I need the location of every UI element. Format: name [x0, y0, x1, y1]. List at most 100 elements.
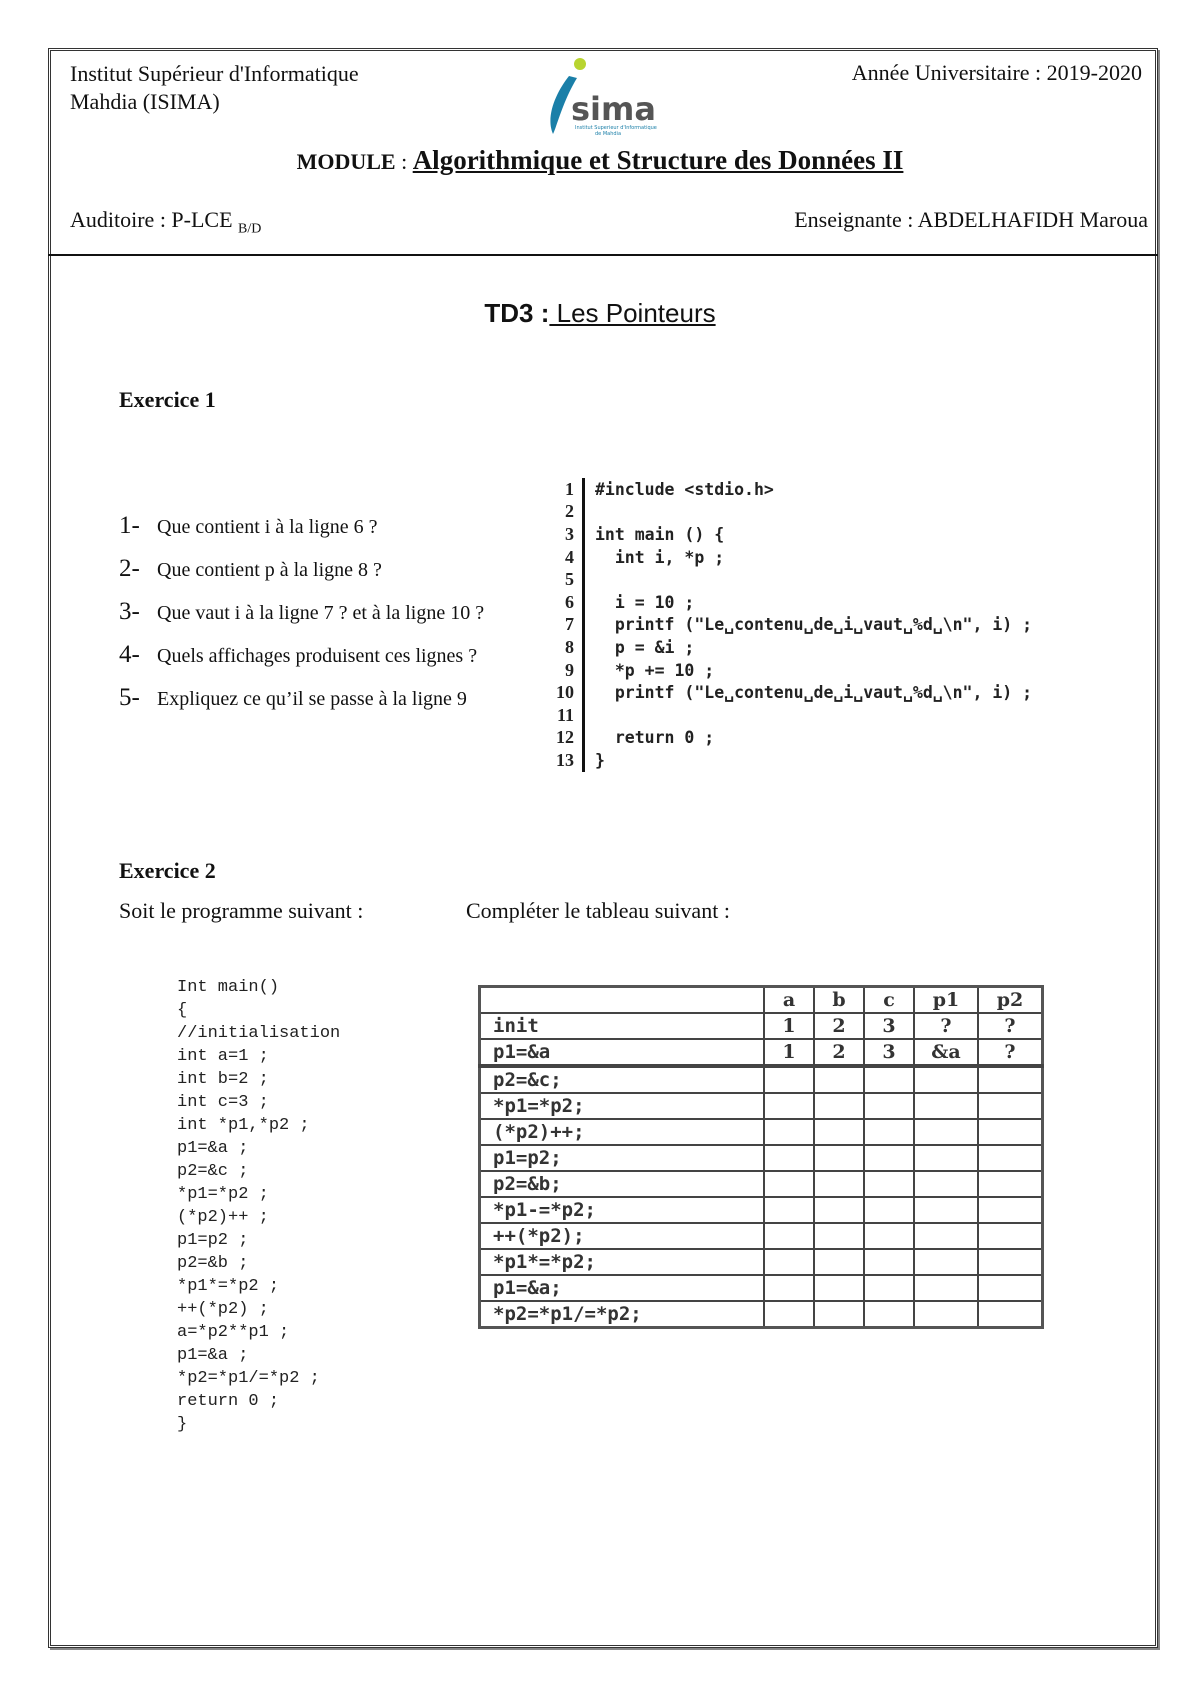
corner-cell — [478, 985, 765, 1014]
row-instruction: init — [478, 1012, 765, 1040]
row-instruction: p1=p2; — [478, 1144, 765, 1172]
value-cell[interactable] — [863, 1248, 915, 1276]
program-line: { — [177, 1001, 188, 1020]
value-cell[interactable] — [763, 1092, 815, 1120]
audience-label: Auditoire : P-LCE — [70, 207, 239, 232]
exercise-2-intro-table: Compléter le tableau suivant : — [466, 898, 730, 923]
value-cell[interactable] — [813, 1300, 865, 1329]
value-cell[interactable] — [813, 1222, 865, 1250]
value-cell[interactable] — [863, 1222, 915, 1250]
value-cell[interactable] — [763, 1118, 815, 1146]
code-line: 6 i = 10 ; — [538, 590, 1032, 614]
program-line: p2=&c ; — [177, 1162, 249, 1181]
value-cell[interactable] — [977, 1196, 1044, 1224]
program-line: //initialisation — [177, 1024, 341, 1043]
value-cell[interactable] — [913, 1196, 979, 1224]
row-instruction: *p1-=*p2; — [478, 1196, 765, 1224]
institute-line-2: Mahdia (ISIMA) — [70, 89, 220, 114]
value-cell[interactable] — [977, 1144, 1044, 1172]
column-header: p1 — [913, 985, 979, 1014]
program-line: int *p1,*p2 ; — [177, 1116, 310, 1135]
institute-line-1: Institut Supérieur d'Informatique — [70, 61, 359, 86]
question-item: 5- Expliquez ce qu’il se passe à la ligne… — [119, 684, 484, 727]
logo-text: sima — [571, 90, 656, 128]
value-cell[interactable] — [977, 1222, 1044, 1250]
value-cell[interactable] — [863, 1274, 915, 1302]
question-item: 4- Quels affichages produisent ces lignes… — [119, 641, 484, 684]
line-number: 4 — [565, 546, 574, 567]
row-instruction: ++(*p2); — [478, 1222, 765, 1250]
value-cell[interactable] — [863, 1118, 915, 1146]
value-cell[interactable] — [863, 1170, 915, 1198]
value-cell[interactable] — [813, 1170, 865, 1198]
gutter-divider — [582, 545, 585, 569]
value-cell[interactable] — [913, 1144, 979, 1172]
code-text: } — [595, 750, 605, 770]
value-cell[interactable] — [813, 1144, 865, 1172]
value-cell[interactable] — [763, 1064, 815, 1094]
line-number: 2 — [565, 501, 574, 522]
value-cell[interactable] — [977, 1300, 1044, 1329]
value-cell[interactable] — [813, 1274, 865, 1302]
value-cell[interactable] — [913, 1064, 979, 1094]
gutter-divider — [582, 681, 585, 704]
value-cell[interactable] — [813, 1064, 865, 1094]
value-cell[interactable] — [863, 1092, 915, 1120]
value-cell[interactable] — [913, 1170, 979, 1198]
value-cell[interactable] — [813, 1118, 865, 1146]
value-cell[interactable] — [977, 1274, 1044, 1302]
table-row: ++(*p2); — [478, 1222, 1044, 1250]
exercise-1-code-listing: 1 #include <stdio.h> 2 3 int main () {4 int … — [538, 478, 1032, 772]
line-number: 1 — [565, 478, 574, 499]
table-row: (*p2)++; — [478, 1118, 1044, 1146]
value-cell[interactable] — [763, 1196, 815, 1224]
institute-name: Institut Supérieur d'Informatique Mahdia… — [70, 60, 359, 116]
value-cell[interactable] — [913, 1248, 979, 1276]
question-text: Que vaut i à la ligne 7 ? et à la ligne … — [157, 602, 485, 624]
question-item: 1- Que contient i à la ligne 6 ? — [119, 512, 484, 555]
value-cell[interactable] — [763, 1170, 815, 1198]
value-cell: 3 — [863, 1012, 915, 1040]
value-cell[interactable] — [863, 1144, 915, 1172]
line-number: 11 — [556, 704, 574, 725]
program-line: Int main() — [177, 978, 280, 997]
table-row: p1=p2; — [478, 1144, 1044, 1172]
value-cell[interactable] — [863, 1196, 915, 1224]
value-cell[interactable] — [977, 1118, 1044, 1146]
value-cell[interactable] — [813, 1248, 865, 1276]
value-cell[interactable] — [913, 1300, 979, 1329]
value-cell[interactable] — [863, 1300, 915, 1329]
value-cell[interactable] — [977, 1248, 1044, 1276]
value-cell[interactable] — [913, 1118, 979, 1146]
td-topic: Les Pointeurs — [549, 298, 716, 328]
column-header: a — [763, 985, 815, 1014]
question-item: 2- Que contient p à la ligne 8 ? — [119, 555, 484, 598]
program-line: *p2=*p1/=*p2 ; — [177, 1369, 320, 1388]
program-line: int c=3 ; — [177, 1093, 269, 1112]
value-cell[interactable] — [913, 1274, 979, 1302]
code-line: 7 printf ("Le␣contenu␣de␣i␣vaut␣%d␣\n", … — [538, 613, 1032, 637]
program-line: *p1=*p2 ; — [177, 1185, 269, 1204]
value-cell[interactable] — [813, 1092, 865, 1120]
value-cell[interactable] — [977, 1092, 1044, 1120]
value-cell[interactable] — [763, 1222, 815, 1250]
value-cell[interactable] — [913, 1092, 979, 1120]
value-cell[interactable] — [913, 1222, 979, 1250]
question-text: Que contient p à la ligne 8 ? — [157, 559, 382, 581]
value-cell[interactable] — [763, 1144, 815, 1172]
value-cell[interactable] — [763, 1274, 815, 1302]
code-line: 5 — [538, 568, 1032, 591]
value-cell[interactable] — [763, 1300, 815, 1329]
question-number: 1- — [119, 512, 140, 539]
value-cell[interactable] — [763, 1248, 815, 1276]
exercise-1-questions: 1- Que contient i à la ligne 6 ? 2- Que co… — [119, 512, 484, 727]
gutter-divider — [582, 658, 585, 682]
table-row: p2=&b; — [478, 1170, 1044, 1198]
gutter-divider — [582, 703, 585, 727]
value-cell[interactable] — [977, 1170, 1044, 1198]
value-cell[interactable] — [813, 1196, 865, 1224]
value-cell[interactable] — [863, 1064, 915, 1094]
value-cell[interactable] — [977, 1064, 1044, 1094]
exercise-1-heading: Exercice 1 — [119, 387, 216, 412]
gutter-divider — [582, 478, 585, 501]
